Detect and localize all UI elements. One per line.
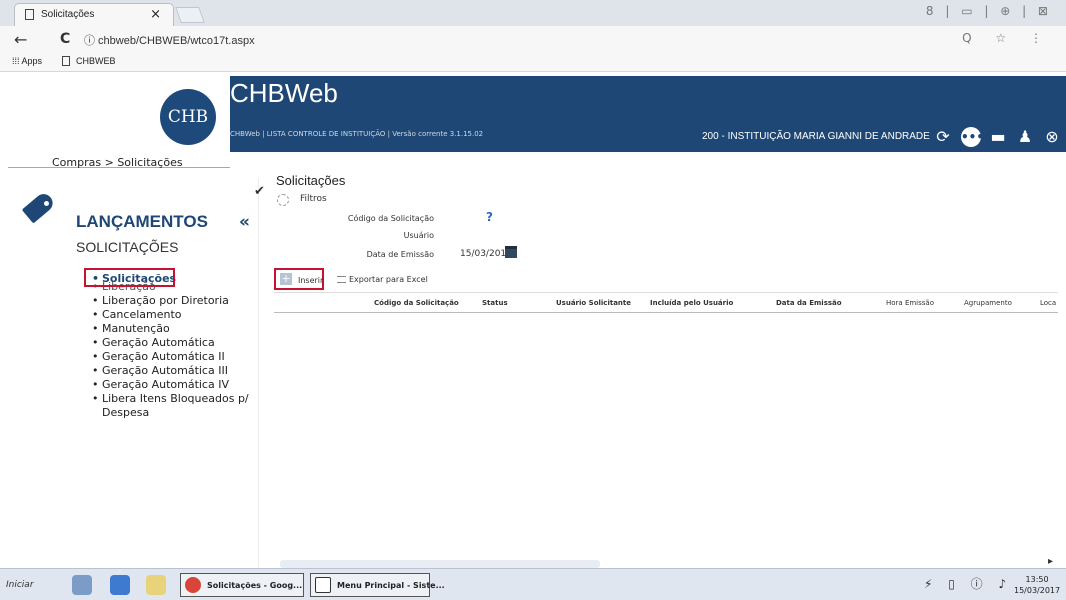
page-icon xyxy=(315,577,331,593)
browser-actions[interactable]: Q ☆ ⋮ xyxy=(962,31,1052,45)
taskbar-item-menu[interactable]: Menu Principal - Siste... xyxy=(310,573,445,597)
window-controls[interactable]: 8 | ▭ | ⊕ | ⊠ xyxy=(926,4,1052,18)
section-title: LANÇAMENTOS xyxy=(76,212,208,231)
col-usuario-solicitante[interactable]: Usuário Solicitante xyxy=(556,299,631,307)
results-grid: Código da Solicitação Status Usuário Sol… xyxy=(274,292,1058,552)
col-codigo[interactable]: Código da Solicitação xyxy=(374,299,459,307)
col-hora-emissao[interactable]: Hora Emissão xyxy=(886,299,934,307)
taskbar-item-label: Solicitações - Goog... xyxy=(207,581,303,590)
tag-icon-hole xyxy=(44,201,49,206)
bookmarks-bar: ⁞⁞⁞ Apps CHBWEB xyxy=(0,52,1066,72)
scroll-right-icon[interactable]: ▸ xyxy=(1048,556,1053,567)
address-bar: ← C ⓘ chbweb/CHBWEB/wtco17t.aspx Q ☆ ⋮ xyxy=(0,26,1066,52)
filter-toggle-icon[interactable] xyxy=(277,194,289,206)
page-icon xyxy=(25,9,34,20)
excel-icon xyxy=(337,276,346,283)
export-label: Exportar para Excel xyxy=(349,275,428,284)
bookmark-chbweb[interactable]: CHBWEB xyxy=(76,56,116,66)
app-title: CHBWeb xyxy=(230,78,338,108)
users-icon[interactable]: ♟ xyxy=(1015,127,1035,147)
browser-tab-bar: Solicitações × 8 | ▭ | ⊕ | ⊠ xyxy=(0,0,1066,26)
taskbar-item-label: Menu Principal - Siste... xyxy=(337,581,445,590)
codigo-label: Código da Solicitação xyxy=(347,214,434,223)
tab-close-icon[interactable]: × xyxy=(150,7,161,22)
col-data-emissao[interactable]: Data da Emissão xyxy=(776,299,842,307)
close-icon[interactable]: ⊗ xyxy=(1042,127,1062,147)
col-agrupamento[interactable]: Agrupamento xyxy=(964,299,1012,307)
browser-tab[interactable]: Solicitações × xyxy=(14,3,174,26)
usuario-label: Usuário xyxy=(403,231,434,240)
sidebar-item-libera-itens[interactable]: Libera Itens Bloqueados p/ Despesa xyxy=(92,392,252,420)
chrome-icon xyxy=(185,577,201,593)
collapse-icon[interactable]: « xyxy=(239,212,250,232)
col-local[interactable]: Loca xyxy=(1040,299,1056,307)
clock-time: 13:50 xyxy=(1025,575,1049,584)
col-incluida[interactable]: Incluída pelo Usuário xyxy=(650,299,733,307)
grid-header: Código da Solicitação Status Usuário Sol… xyxy=(274,293,1058,313)
windows-taskbar: Iniciar Solicitações - Goog... Menu Prin… xyxy=(0,568,1066,600)
institution-name[interactable]: 200 - INSTITUIÇÃO MARIA GIANNI DE ANDRAD… xyxy=(702,131,930,142)
bookmark-apps[interactable]: ⁞⁞⁞ Apps xyxy=(12,56,42,66)
system-tray[interactable]: ⚡ ▯ ⓘ ♪ xyxy=(924,575,1012,592)
clock-date: 15/03/2017 xyxy=(1014,586,1061,595)
sidebar-divider xyxy=(258,178,259,588)
sidebar-item-geracao-automatica-3[interactable]: Geração Automática III xyxy=(92,364,252,378)
chb-logo: CHB xyxy=(160,89,216,145)
lookup-icon[interactable]: ? xyxy=(486,210,493,224)
users-taskbar-icon[interactable] xyxy=(72,575,92,595)
check-icon: ✔ xyxy=(254,184,265,199)
taskbar-item-chrome[interactable]: Solicitações - Goog... xyxy=(180,573,304,597)
sidebar-item-geracao-automatica-4[interactable]: Geração Automática IV xyxy=(92,378,252,392)
new-tab-button[interactable] xyxy=(175,7,205,23)
bookmark-page-icon xyxy=(62,56,70,66)
horizontal-scrollbar[interactable] xyxy=(280,560,600,568)
refresh-icon[interactable]: ⟳ xyxy=(933,127,953,147)
data-emissao-label: Data de Emissão xyxy=(366,250,434,259)
more-icon[interactable]: ••• xyxy=(961,127,984,147)
url-field[interactable]: ⓘ chbweb/CHBWEB/wtco17t.aspx xyxy=(84,32,255,48)
insert-button[interactable]: + Inserir xyxy=(274,268,324,290)
highlight-box xyxy=(84,268,175,287)
back-icon[interactable]: ← xyxy=(14,30,27,49)
folder-icon[interactable] xyxy=(146,575,166,595)
tag-icon xyxy=(21,190,57,224)
page-title: Solicitações xyxy=(276,173,346,188)
sidebar-item-manutencao[interactable]: Manutenção xyxy=(92,322,252,336)
export-excel-button[interactable]: Exportar para Excel xyxy=(337,275,428,284)
calendar-icon[interactable] xyxy=(505,246,517,258)
insert-label: Inserir xyxy=(298,276,324,285)
app-subtitle: CHBWeb | LISTA CONTROLE DE INSTITUIÇÃO |… xyxy=(230,130,484,138)
filters-label[interactable]: Filtros xyxy=(300,194,327,204)
sidebar-item-geracao-automatica-2[interactable]: Geração Automática II xyxy=(92,350,252,364)
tab-title: Solicitações xyxy=(41,9,95,20)
start-button[interactable]: Iniciar xyxy=(6,580,34,590)
subsection-title: SOLICITAÇÕES xyxy=(76,239,179,255)
card-icon[interactable]: ▬ xyxy=(988,127,1008,147)
breadcrumb: Compras > Solicitações xyxy=(52,156,183,169)
sidebar-item-liberacao-diretoria[interactable]: Liberação por Diretoria xyxy=(92,294,252,308)
ie-icon[interactable] xyxy=(110,575,130,595)
col-status[interactable]: Status xyxy=(482,299,508,307)
sidebar-item-geracao-automatica[interactable]: Geração Automática xyxy=(92,336,252,350)
plus-icon: + xyxy=(280,272,292,285)
sidebar-menu: Solicitações Liberação Liberação por Dir… xyxy=(92,272,252,420)
clock[interactable]: 13:50 15/03/2017 xyxy=(1014,574,1060,596)
sidebar-item-cancelamento[interactable]: Cancelamento xyxy=(92,308,252,322)
reload-icon[interactable]: C xyxy=(60,31,70,47)
